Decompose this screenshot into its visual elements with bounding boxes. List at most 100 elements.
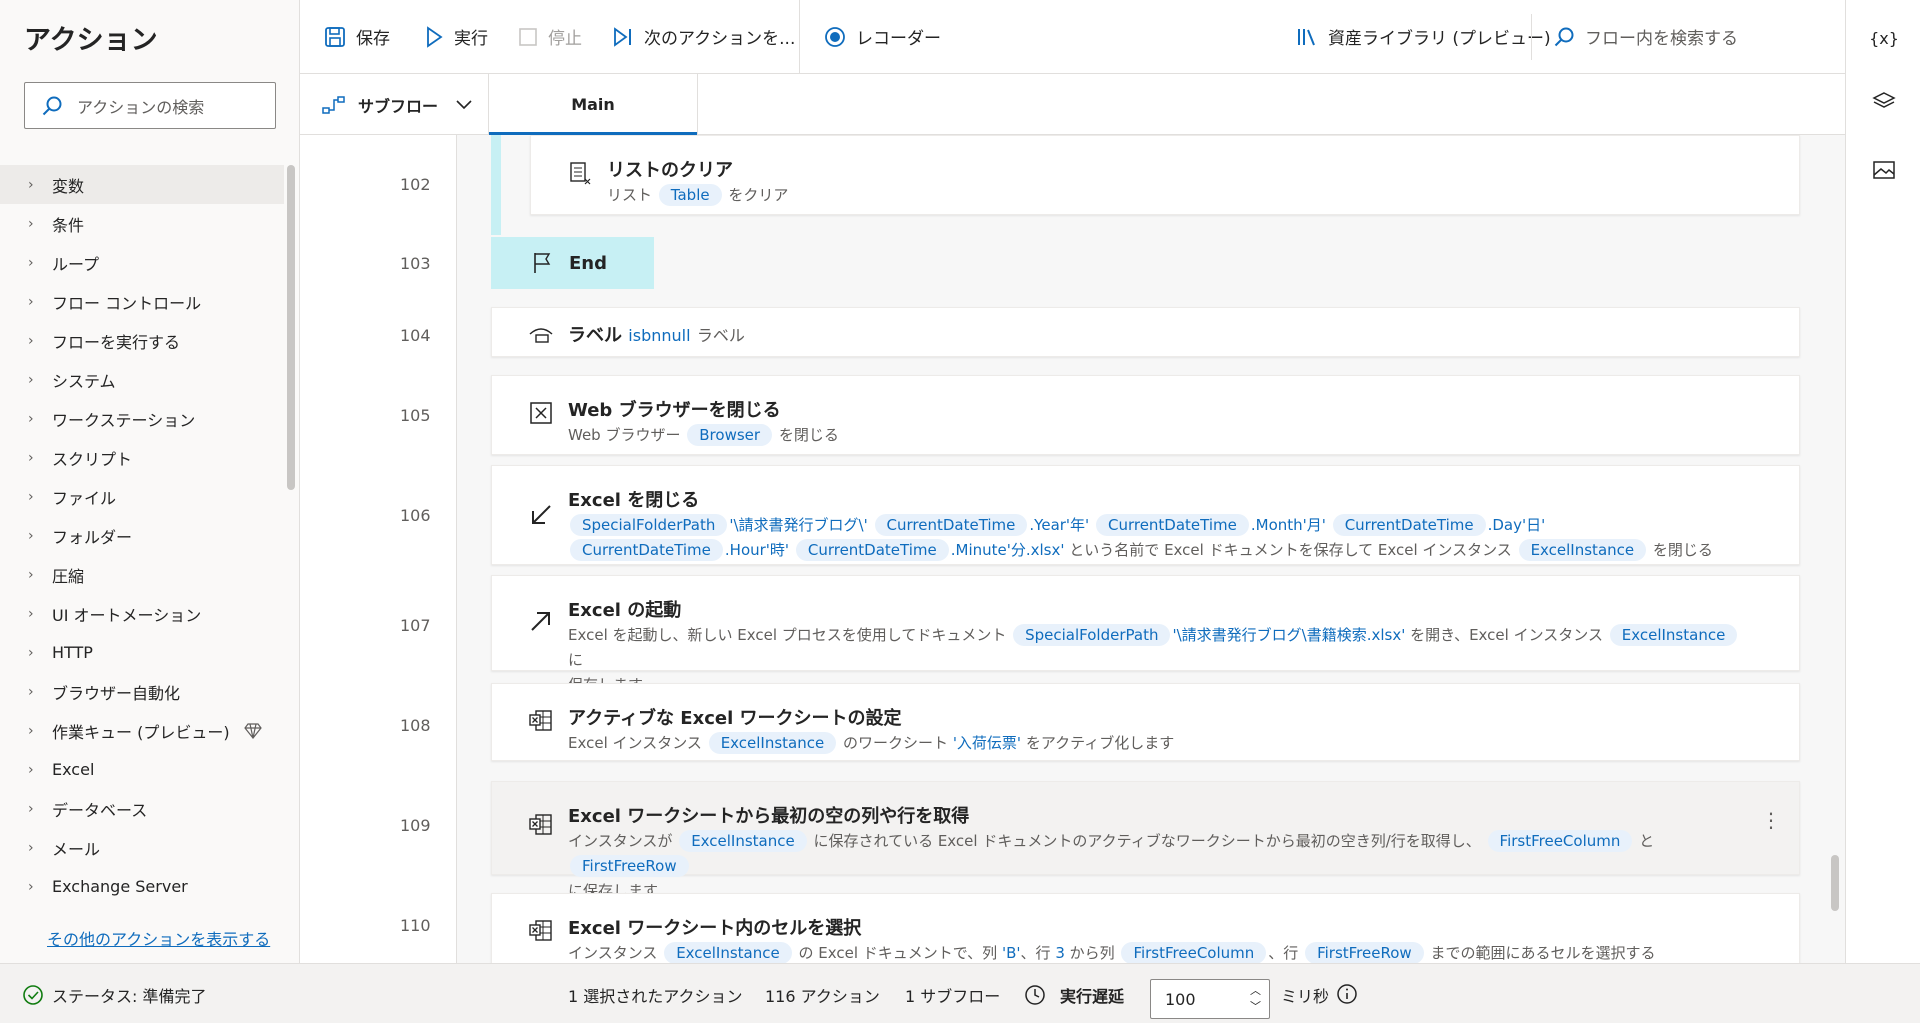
desc-text: インスタンス [568, 944, 658, 962]
chevron-up-icon[interactable]: ︿ [1250, 983, 1261, 999]
designer-toolbar: 保存 実行 停止 次のアクションを... レコーダー 資産ライブラリ (プレビュ… [300, 0, 1845, 74]
stop-button[interactable]: 停止 [518, 24, 582, 49]
action-clear-list[interactable]: リストのクリア リスト Table をクリア [530, 135, 1800, 215]
tab-main[interactable]: Main [488, 74, 698, 135]
run-delay-input[interactable]: 100 ︿ ﹀ [1150, 979, 1270, 1019]
category-http[interactable]: › HTTP [0, 633, 284, 672]
run-button[interactable]: 実行 [424, 24, 488, 49]
clock-icon [1025, 985, 1045, 1005]
chevron-down-icon[interactable]: ﹀ [1250, 999, 1261, 1015]
variable-token[interactable]: FirstFreeColumn [1121, 942, 1267, 963]
category-label: ワークステーション [52, 410, 196, 430]
category-work-queues[interactable]: › 作業キュー (プレビュー) [0, 711, 284, 750]
asset-library-button[interactable]: 資産ライブラリ (プレビュー) [1296, 24, 1551, 49]
action-get-first-free-column-row[interactable]: Excel ワークシートから最初の空の列や行を取得 インスタンスが ExcelI… [491, 781, 1800, 900]
variable-token[interactable]: Table [658, 184, 722, 206]
variables-pane-button[interactable]: {x} [1868, 22, 1900, 54]
ui-elements-pane-button[interactable] [1868, 86, 1900, 118]
variable-token[interactable]: ExcelInstance [679, 830, 807, 852]
category-browser-automation[interactable]: › ブラウザー自動化 [0, 672, 284, 711]
action-select-cells[interactable]: Excel ワークシート内のセルを選択 インスタンス ExcelInstance… [491, 893, 1800, 963]
recorder-button[interactable]: レコーダー [824, 24, 941, 49]
toolbar-divider [1531, 14, 1532, 60]
delay-spinner[interactable]: ︿ ﹀ [1250, 983, 1261, 1015]
check-circle-icon [23, 985, 43, 1005]
run-next-action-button[interactable]: 次のアクションを... [612, 24, 795, 49]
clear-list-icon [570, 162, 591, 185]
category-exchange-server[interactable]: › Exchange Server [0, 867, 284, 906]
variable-token[interactable]: ExcelInstance [1609, 624, 1738, 646]
right-rail: {x} [1845, 0, 1920, 963]
category-file[interactable]: › ファイル [0, 477, 284, 516]
category-label: 変数 [52, 176, 85, 196]
variable-token[interactable]: CurrentDateTime [1332, 514, 1486, 536]
category-conditions[interactable]: › 条件 [0, 204, 284, 243]
category-ui-automation[interactable]: › UI オートメーション [0, 594, 284, 633]
variable-token[interactable]: ExcelInstance [1518, 539, 1647, 561]
variable-token[interactable]: CurrentDateTime [1095, 514, 1249, 536]
action-launch-excel[interactable]: Excel の起動 Excel を起動し、新しい Excel プロセスを使用して… [491, 575, 1800, 694]
category-excel[interactable]: › Excel [0, 750, 284, 789]
category-flow-control[interactable]: › フロー コントロール [0, 282, 284, 321]
chevron-right-icon: › [28, 371, 34, 388]
action-close-excel[interactable]: Excel を閉じる SpecialFolderPath '\請求書発行ブログ\'… [491, 465, 1800, 565]
show-more-actions-link[interactable]: その他のアクションを表示する [47, 926, 270, 950]
category-loops[interactable]: › ループ [0, 243, 284, 282]
delay-value: 100 [1165, 989, 1196, 1009]
actions-scrollbar[interactable] [287, 165, 295, 490]
images-pane-button[interactable] [1868, 154, 1900, 186]
save-button[interactable]: 保存 [324, 24, 390, 49]
desc-text: をクリア [728, 186, 789, 204]
category-variables[interactable]: › 変数 [0, 165, 284, 204]
status-bar: ステータス: 準備完了 1 選択されたアクション 116 アクション 1 サブフ… [0, 963, 1920, 1023]
action-title: Excel を閉じる [568, 490, 700, 511]
variable-token[interactable]: CurrentDateTime [795, 539, 949, 561]
flow-scrollbar[interactable] [1831, 855, 1839, 911]
category-label: Exchange Server [52, 877, 188, 896]
variable-token[interactable]: SpecialFolderPath [1013, 624, 1171, 646]
variable-token[interactable]: CurrentDateTime [570, 539, 723, 561]
run-label: 実行 [454, 29, 488, 49]
category-label: ブラウザー自動化 [52, 683, 181, 703]
line-number: 103 [400, 254, 431, 273]
action-close-browser[interactable]: Web ブラウザーを閉じる Web ブラウザー Browser を閉じる [491, 375, 1800, 455]
category-email[interactable]: › メール [0, 828, 284, 867]
action-set-active-worksheet[interactable]: アクティブな Excel ワークシートの設定 Excel インスタンス Exce… [491, 683, 1800, 761]
variable-token[interactable]: ExcelInstance [664, 942, 792, 963]
variable-token[interactable]: ExcelInstance [708, 732, 837, 754]
category-scripting[interactable]: › スクリプト [0, 438, 284, 477]
variable-token[interactable]: Browser [687, 424, 773, 446]
save-icon [325, 26, 345, 47]
variable-token[interactable]: FirstFreeRow [1305, 942, 1424, 963]
category-system[interactable]: › システム [0, 360, 284, 399]
actions-search-placeholder: アクションの検索 [77, 97, 205, 117]
string-literal: .Minute'分.xlsx' [950, 541, 1065, 559]
action-title: Excel ワークシート内のセルを選択 [568, 918, 862, 939]
desc-text: インスタンスが [568, 832, 673, 850]
desc-text: という名前で Excel ドキュメントを保存して Excel インスタンス [1069, 541, 1512, 559]
category-folder[interactable]: › フォルダー [0, 516, 284, 555]
info-icon[interactable] [1336, 983, 1358, 1005]
variable-token[interactable]: FirstFreeColumn [1487, 830, 1633, 852]
variable-token[interactable]: CurrentDateTime [874, 514, 1028, 536]
chevron-right-icon: › [28, 566, 34, 583]
power-automate-desktop-window: アクション アクションの検索 › 変数 › 条件 › ループ › フロー コントロール … [0, 0, 1920, 1023]
action-label[interactable]: ラベル isbnnull ラベル [491, 307, 1800, 357]
more-options-icon[interactable]: ⋮ [1761, 808, 1781, 832]
subflows-count: 1 サブフロー [905, 987, 1001, 1006]
variable-token[interactable]: SpecialFolderPath [570, 514, 728, 536]
variable-token[interactable]: FirstFreeRow [570, 855, 689, 877]
category-compression[interactable]: › 圧縮 [0, 555, 284, 594]
flow-search-input[interactable]: フロー内を検索する [1553, 24, 1738, 49]
chevron-right-icon: › [28, 176, 34, 193]
action-end[interactable]: End [491, 237, 654, 289]
category-database[interactable]: › データベース [0, 789, 284, 828]
layers-icon [1872, 92, 1896, 108]
subflows-dropdown[interactable]: サブフロー [322, 93, 472, 117]
category-run-flow[interactable]: › フローを実行する [0, 321, 284, 360]
arrow-up-right-icon [531, 612, 550, 631]
flow-canvas[interactable]: 102 103 104 105 106 107 108 109 110 リストの… [300, 135, 1845, 963]
actions-search-input[interactable]: アクションの検索 [24, 82, 276, 129]
category-workstation[interactable]: › ワークステーション [0, 399, 284, 438]
line-number: 105 [400, 406, 431, 425]
